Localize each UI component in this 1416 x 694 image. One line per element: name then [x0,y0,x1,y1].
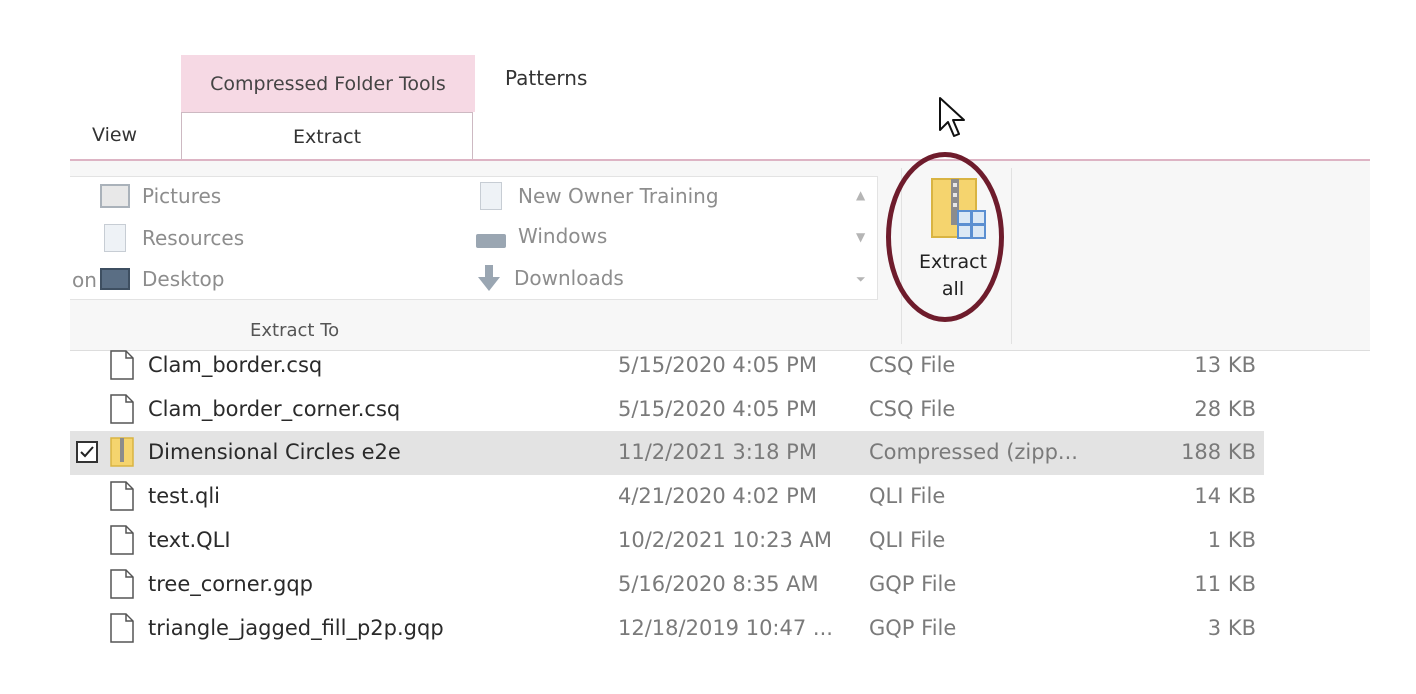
extract-to-group-label: Extract To [250,320,340,341]
tab-patterns[interactable]: Patterns [505,66,587,90]
extract-all-button[interactable]: Extract all [910,165,996,315]
file-date: 4/21/2020 4:02 PM [618,484,817,508]
gallery-scrollbar[interactable]: ▲ ▼ ⏷ [850,178,876,298]
file-date: 5/16/2020 8:35 AM [618,572,819,596]
file-icon [110,569,134,599]
compressed-folder-tools-header: Compressed Folder Tools [181,55,475,112]
file-row[interactable]: text.QLI 10/2/2021 10:23 AM QLI File 1 K… [70,519,1264,563]
group-separator [1011,168,1012,344]
gallery-item-downloads[interactable]: Downloads [476,264,624,292]
file-size: 3 KB [1207,616,1256,640]
file-icon [110,613,134,643]
file-name: Clam_border.csq [148,353,323,377]
extract-all-label: Extract all [910,249,996,303]
gallery-item-label: New Owner Training [518,184,719,208]
file-type: QLI File [869,484,946,508]
file-row-selected[interactable]: Dimensional Circles e2e 11/2/2021 3:18 P… [70,431,1264,475]
file-icon [110,350,134,380]
extract-all-label-line2: all [941,278,965,300]
gallery-item-desktop[interactable]: Desktop [100,267,224,291]
file-icon [110,394,134,424]
tab-view[interactable]: View [92,124,137,146]
gallery-expand-icon[interactable]: ⏷ [856,272,866,287]
zip-extract-icon [931,178,986,239]
file-type: CSQ File [869,353,956,377]
file-name: tree_corner.gqp [148,572,314,596]
file-size: 13 KB [1194,353,1256,377]
gallery-item-resources[interactable]: Resources [100,224,244,252]
file-date: 12/18/2019 10:47 ... [618,616,833,640]
file-type: CSQ File [869,397,956,421]
extract-all-label-line1: Extract [918,251,988,273]
drive-icon [476,234,506,248]
gallery-item-label: Windows [518,224,608,248]
file-row[interactable]: Clam_border_corner.csq 5/15/2020 4:05 PM… [70,388,1264,432]
gallery-item-pictures[interactable]: Pictures [100,184,221,208]
gallery-item-label: Desktop [142,267,225,291]
pictures-folder-icon [100,184,130,208]
file-name: test.qli [148,484,221,508]
scroll-up-icon[interactable]: ▲ [856,188,865,202]
row-checkbox[interactable] [76,441,98,463]
gallery-item-label: Downloads [514,266,624,290]
file-size: 1 KB [1207,528,1256,552]
gallery-item-windows[interactable]: Windows [476,224,607,248]
mouse-cursor-icon [939,97,965,137]
file-icon [110,525,134,555]
gallery-item-label: Pictures [142,184,222,208]
file-name: text.QLI [148,528,231,552]
file-type: Compressed (zipp... [869,440,1078,464]
file-date: 5/15/2020 4:05 PM [618,397,817,421]
scroll-down-icon[interactable]: ▼ [856,230,865,244]
file-row[interactable]: tree_corner.gqp 5/16/2020 8:35 AM GQP Fi… [70,563,1264,607]
file-row[interactable]: test.qli 4/21/2020 4:02 PM QLI File 14 K… [70,475,1264,519]
file-size: 28 KB [1194,397,1256,421]
truncated-item-label: on [72,268,97,292]
gallery-item-new-owner-training[interactable]: New Owner Training [476,182,719,210]
file-type: QLI File [869,528,946,552]
folder-icon [104,224,126,252]
checkmark-icon [80,446,94,458]
file-type: GQP File [869,572,957,596]
file-date: 5/15/2020 4:05 PM [618,353,817,377]
tab-extract[interactable]: Extract [181,112,473,160]
folder-icon [480,182,502,210]
file-size: 188 KB [1181,440,1256,464]
file-size: 11 KB [1194,572,1256,596]
zip-folder-icon [110,437,134,467]
file-date: 10/2/2021 10:23 AM [618,528,833,552]
file-date: 11/2/2021 3:18 PM [618,440,817,464]
file-name: triangle_jagged_fill_p2p.gqp [148,616,444,640]
download-arrow-icon [478,265,500,291]
file-row[interactable]: triangle_jagged_fill_p2p.gqp 12/18/2019 … [70,607,1264,651]
group-separator [901,168,902,344]
file-name: Clam_border_corner.csq [148,397,401,421]
file-name: Dimensional Circles e2e [148,440,401,464]
file-size: 14 KB [1194,484,1256,508]
desktop-icon [100,268,130,290]
file-row[interactable]: Clam_border.csq 5/15/2020 4:05 PM CSQ Fi… [70,344,1264,388]
gallery-item-label: Resources [142,226,245,250]
file-type: GQP File [869,616,957,640]
file-icon [110,481,134,511]
